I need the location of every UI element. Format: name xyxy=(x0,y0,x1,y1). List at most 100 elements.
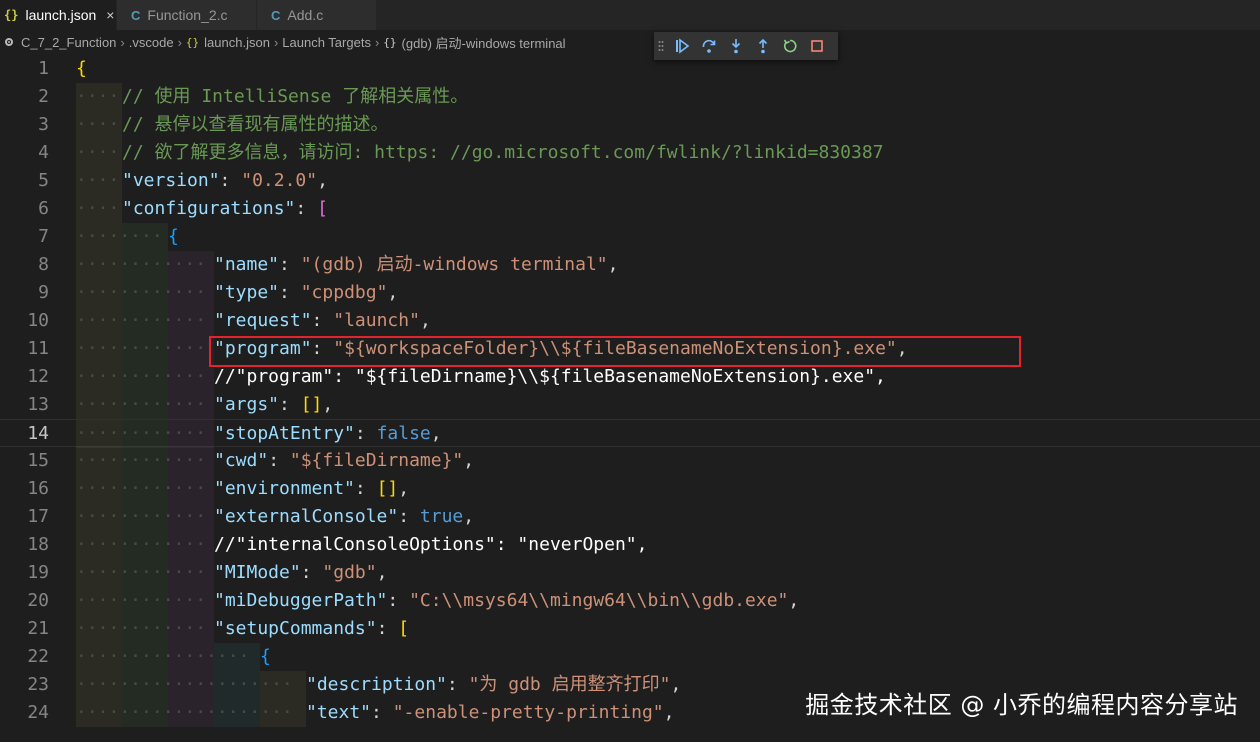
code-token: "cppdbg" xyxy=(300,282,388,303)
code-token: : xyxy=(279,394,301,415)
code-line[interactable]: 10 ············ "request": "launch", xyxy=(0,307,1260,335)
whitespace-dots: ············ xyxy=(76,618,207,639)
code-token: { xyxy=(260,646,271,667)
code-token: "externalConsole" xyxy=(214,506,399,527)
object-braces-icon: {} xyxy=(383,35,397,49)
code-line[interactable]: 9 ············ "type": "cppdbg", xyxy=(0,279,1260,307)
breadcrumb: C_7_2_Function › .vscode › {} launch.jso… xyxy=(0,30,1260,54)
code-line[interactable]: 17 ············ "externalConsole": true, xyxy=(0,503,1260,531)
code-line[interactable]: 22 ················ { xyxy=(0,643,1260,671)
code-editor[interactable]: 1{2 ····// 使用 IntelliSense 了解相关属性。 3 ····//… xyxy=(0,54,1260,742)
code-token: : xyxy=(295,198,318,219)
breadcrumb-item-workspace[interactable]: C_7_2_Function xyxy=(21,35,116,50)
whitespace-dots: ············ xyxy=(76,310,207,331)
code-text: "description": "为 gdb 启用整齐打印", xyxy=(306,671,681,699)
breadcrumb-item-file[interactable]: launch.json xyxy=(204,35,270,50)
chevron-right-icon: › xyxy=(177,34,182,50)
code-token: "为 gdb 启用整齐打印" xyxy=(468,674,671,695)
code-line[interactable]: 12 ············ //"program": "${fileDirnam… xyxy=(0,363,1260,391)
code-token: "0.2.0" xyxy=(241,170,318,191)
tab-add-c[interactable]: C Add.c xyxy=(257,0,377,30)
line-number: 12 xyxy=(27,366,49,387)
code-line[interactable]: 20 ············ "miDebuggerPath": "C:\\msy… xyxy=(0,587,1260,615)
code-token: "launch" xyxy=(333,310,420,331)
whitespace-dots: ············ xyxy=(76,506,207,527)
code-text: "externalConsole": true, xyxy=(214,503,474,531)
code-token: //"internalConsoleOptions": "neverOpen", xyxy=(214,534,648,555)
code-line[interactable]: 7 ········{ xyxy=(0,223,1260,251)
code-token: , xyxy=(376,562,388,583)
code-token: [ xyxy=(317,198,328,219)
code-token: "cwd" xyxy=(214,450,269,471)
json-braces-icon: {} xyxy=(4,8,19,22)
code-token: "configurations" xyxy=(122,198,296,219)
line-number: 10 xyxy=(27,310,49,331)
code-text: "type": "cppdbg", xyxy=(214,279,398,307)
tab-launch-json[interactable]: {} launch.json × xyxy=(0,0,117,30)
code-line[interactable]: 21 ············ "setupCommands": [ xyxy=(0,615,1260,643)
chevron-right-icon: › xyxy=(120,34,125,50)
code-line[interactable]: 16 ············ "environment": [], xyxy=(0,475,1260,503)
code-line[interactable]: 4 ····// 欲了解更多信息，请访问: https: //go.microso… xyxy=(0,139,1260,167)
code-token: "gdb" xyxy=(322,562,377,583)
line-number: 16 xyxy=(27,478,49,499)
code-line[interactable]: 14 ············ "stopAtEntry": false, xyxy=(0,419,1260,448)
tab-label: Function_2.c xyxy=(147,7,228,23)
code-line[interactable]: 8 ············ "name": "(gdb) 启动-windows t… xyxy=(0,251,1260,279)
code-token: { xyxy=(76,58,87,79)
line-number: 6 xyxy=(38,198,49,219)
line-number: 7 xyxy=(38,226,49,247)
line-number: 17 xyxy=(27,506,49,527)
whitespace-dots: ············ xyxy=(76,394,207,415)
code-text: { xyxy=(76,55,87,83)
code-line[interactable]: 5 ···· "version": "0.2.0", xyxy=(0,167,1260,195)
code-line[interactable]: 2 ····// 使用 IntelliSense 了解相关属性。 xyxy=(0,83,1260,111)
code-token: "miDebuggerPath" xyxy=(214,590,388,611)
breadcrumb-item-config[interactable]: (gdb) 启动-windows terminal xyxy=(402,33,566,52)
breadcrumb-item-vscode[interactable]: .vscode xyxy=(129,35,174,50)
line-number: 3 xyxy=(38,114,49,135)
line-number: 13 xyxy=(27,394,49,415)
code-token: [] xyxy=(376,478,399,499)
line-number: 5 xyxy=(38,170,49,191)
code-token: "C:\\msys64\\mingw64\\bin\\gdb.exe" xyxy=(409,590,789,611)
red-highlight-box xyxy=(209,336,1021,367)
line-number: 11 xyxy=(27,338,49,359)
continue-icon xyxy=(675,38,689,54)
code-token: , xyxy=(788,590,800,611)
c-file-icon: C xyxy=(131,7,141,23)
code-line[interactable]: 3 ····// 悬停以查看现有属性的描述。 xyxy=(0,111,1260,139)
code-line[interactable]: 18 ············ //"internalConsoleOptions"… xyxy=(0,531,1260,559)
whitespace-dots: ············ xyxy=(76,254,207,275)
code-text: "environment": [], xyxy=(214,475,409,503)
whitespace-dots: ············ xyxy=(76,338,207,359)
whitespace-dots: ···· xyxy=(76,198,120,219)
code-line[interactable]: 13 ············ "args": [], xyxy=(0,391,1260,419)
stop-icon xyxy=(810,40,823,52)
code-token: : xyxy=(268,450,290,471)
tab-function-2-c[interactable]: C Function_2.c xyxy=(117,0,257,30)
code-token: : xyxy=(376,618,399,639)
code-token: "request" xyxy=(214,310,312,331)
c-file-icon: C xyxy=(271,7,281,23)
code-token: : xyxy=(279,254,301,275)
code-line[interactable]: 6 ···· "configurations": [ xyxy=(0,195,1260,223)
line-number: 22 xyxy=(27,646,49,667)
whitespace-dots: ················ xyxy=(76,646,250,667)
code-token: "setupCommands" xyxy=(214,618,377,639)
line-number: 21 xyxy=(27,618,49,639)
code-line[interactable]: 15 ············ "cwd": "${fileDirname}", xyxy=(0,447,1260,475)
line-number: 9 xyxy=(38,282,49,303)
code-text: "MIMode": "gdb", xyxy=(214,559,387,587)
code-token: // 使用 IntelliSense 了解相关属性。 xyxy=(122,86,469,107)
code-line[interactable]: 1{ xyxy=(0,55,1260,83)
breadcrumb-item-launch-targets[interactable]: Launch Targets xyxy=(282,35,371,50)
step-out-icon xyxy=(758,38,767,54)
step-over-icon xyxy=(702,39,715,53)
code-line[interactable]: 19 ············ "MIMode": "gdb", xyxy=(0,559,1260,587)
code-token: : xyxy=(398,506,420,527)
line-number: 20 xyxy=(27,590,49,611)
close-icon[interactable]: × xyxy=(106,7,114,23)
whitespace-dots: ········ xyxy=(76,226,163,247)
code-token: , xyxy=(419,310,431,331)
